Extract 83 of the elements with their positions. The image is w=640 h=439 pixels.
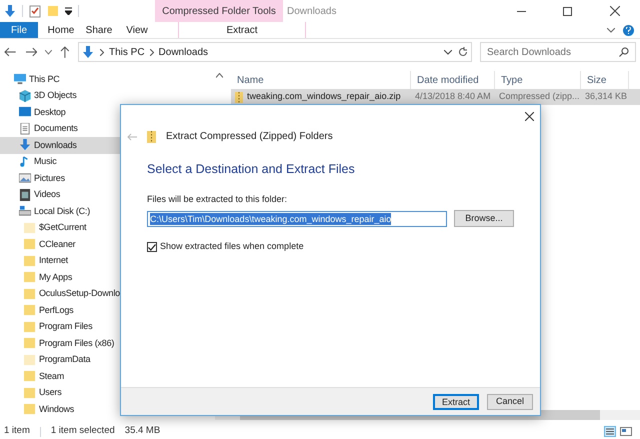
computer-icon [14, 73, 26, 86]
address-bar[interactable]: This PC Downloads [78, 42, 472, 62]
nav-item[interactable]: This PC [0, 71, 215, 88]
search-icon[interactable] [619, 47, 630, 57]
show-files-checkbox[interactable]: Show extracted files when complete [147, 240, 514, 254]
nav-item[interactable]: Steam [0, 368, 215, 384]
chevron-right-icon [150, 48, 154, 56]
dialog-button[interactable]: Cancel [487, 394, 533, 410]
details-view-icon[interactable] [604, 426, 616, 437]
chevron-right-icon [100, 48, 104, 56]
nav-item[interactable]: Users [0, 384, 215, 401]
nav-item[interactable]: PerfLogs [0, 302, 215, 318]
dialog-button[interactable]: Extract [433, 394, 479, 410]
nav-item[interactable]: Internet [0, 252, 215, 269]
ribbon-tab[interactable]: Home [42, 22, 80, 38]
ribbon-tab[interactable]: Share [80, 22, 118, 38]
chevron-down-icon[interactable] [45, 50, 52, 54]
dropdown-icon[interactable] [65, 7, 72, 15]
table-cell-text: tweaking.com_windows_repair_aio.zip [247, 90, 401, 104]
chevron-down-icon[interactable] [444, 50, 452, 54]
folder-icon [24, 304, 36, 316]
folder-icon [24, 254, 36, 267]
forward-arrow-icon[interactable] [26, 47, 38, 57]
file-row[interactable]: tweaking.com_windows_repair_aio.zip 4/13/2018 8:40 AM Compressed (zipp... 36,314 KB [231, 89, 640, 105]
download-arrow-icon[interactable] [4, 4, 16, 18]
folder-icon [24, 370, 36, 382]
nav-item[interactable]: Desktop [0, 104, 215, 120]
picture-icon [19, 172, 31, 184]
folder-icon [24, 238, 36, 250]
help-button[interactable] [623, 24, 634, 36]
download-arrow-icon [82, 46, 94, 58]
window-title: Downloads [287, 4, 336, 18]
folder-icon [24, 386, 36, 399]
cube-icon [19, 90, 31, 102]
document-icon [19, 122, 31, 135]
folder-icon [24, 288, 36, 300]
drive-icon [19, 205, 31, 218]
nav-item[interactable]: My Apps [0, 269, 215, 286]
browse-button[interactable]: Browse... [454, 210, 514, 228]
folder-icon [24, 222, 36, 234]
status-text: 35.4 MB [124, 424, 160, 438]
dialog-heading: Select a Destination and Extract Files [147, 161, 356, 178]
breadcrumb-link[interactable]: This PC [108, 44, 145, 60]
refresh-icon[interactable] [458, 47, 468, 57]
nav-item[interactable]: OculusSetup-Downlo [0, 286, 215, 302]
folder-icon [24, 403, 36, 416]
search-field[interactable]: Search Downloads [480, 42, 636, 62]
ribbon-tab[interactable]: File [0, 22, 38, 38]
folder-icon [24, 354, 36, 366]
up-arrow-icon[interactable] [60, 46, 70, 58]
close-icon[interactable] [610, 6, 620, 16]
film-icon [19, 188, 31, 201]
zipped-folder-icon [235, 92, 243, 102]
table-cell-text: 36,314 KB [584, 90, 627, 104]
status-text: 1 item selected [50, 424, 115, 438]
table-cell-text: Compressed (zipp... [499, 90, 580, 104]
tiles-view-icon[interactable] [620, 426, 632, 437]
search-input[interactable]: Search Downloads [487, 44, 620, 60]
destination-field[interactable]: C:\Users\Tim\Downloads\tweaking.com_windows_repair_aio [147, 210, 447, 227]
nav-item[interactable]: Program Files (x86) [0, 335, 215, 352]
folder-icon [24, 320, 36, 333]
status-text: 1 item [4, 424, 30, 438]
table-cell-text: 4/13/2018 8:40 AM [415, 90, 491, 104]
folder-icon [24, 337, 36, 350]
breadcrumb-link[interactable]: Downloads [158, 44, 208, 60]
nav-item[interactable]: 3D Objects [0, 88, 215, 104]
nav-item[interactable]: ProgramData [0, 352, 215, 368]
field-label: Files will be extracted to this folder: [147, 192, 288, 206]
checkmark-icon [148, 244, 156, 250]
checklist-icon[interactable] [29, 4, 41, 18]
contextual-tab-header: Compressed Folder Tools [155, 0, 283, 22]
nav-item[interactable]: Windows [0, 401, 215, 418]
download-arrow-icon [19, 139, 31, 152]
zipped-folder-icon [147, 130, 156, 142]
ribbon-tab[interactable]: Extract [178, 22, 306, 38]
nav-item[interactable]: Program Files [0, 318, 215, 335]
ribbon-tab[interactable]: View [118, 22, 156, 38]
scroll-up-icon[interactable] [216, 73, 223, 78]
back-arrow-icon[interactable] [4, 47, 16, 57]
desktop-icon [19, 106, 31, 118]
chevron-down-icon[interactable] [607, 28, 615, 32]
folder-icon [24, 271, 36, 284]
close-icon[interactable] [525, 112, 534, 120]
